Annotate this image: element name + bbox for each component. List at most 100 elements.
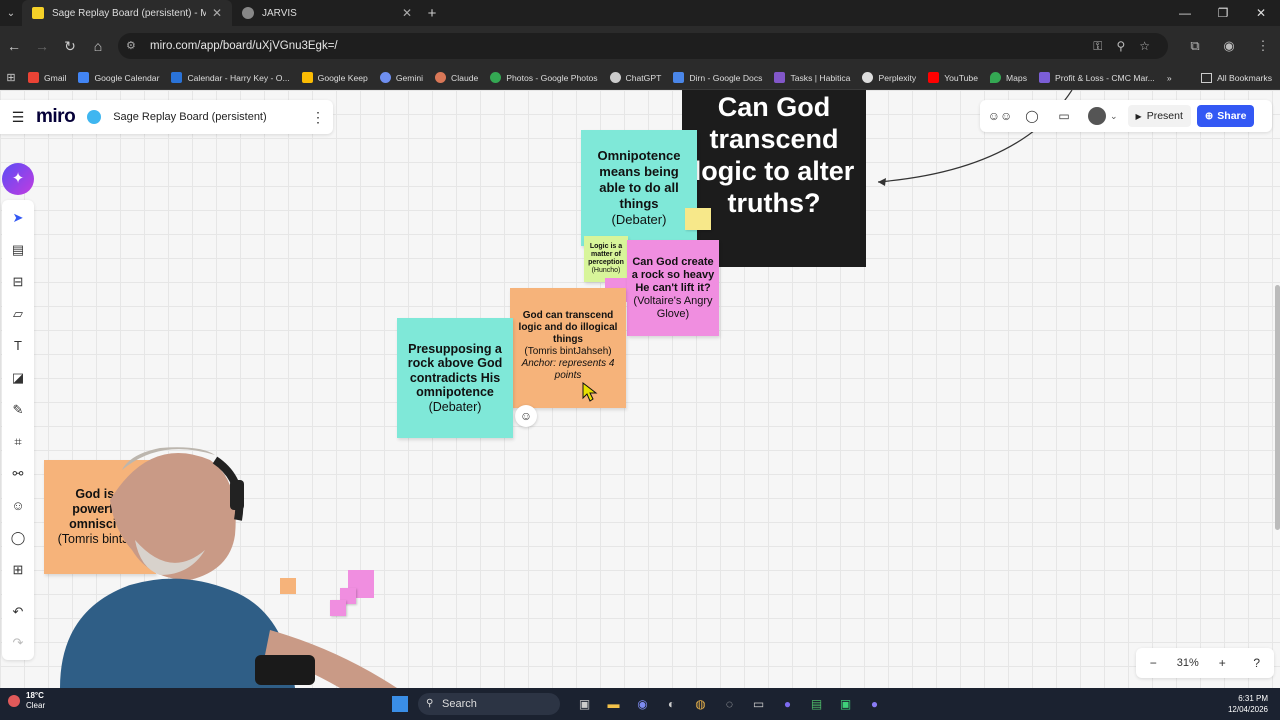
extensions-icon[interactable]: ⧉ [1178, 38, 1212, 54]
start-button[interactable] [392, 696, 408, 712]
text-tool-icon[interactable]: T [2, 333, 34, 359]
redo-icon[interactable]: ↷ [2, 630, 34, 656]
chevron-down-icon[interactable]: ⌄ [1110, 111, 1118, 122]
restore-icon[interactable]: ❐ [1204, 0, 1242, 26]
profile-icon[interactable]: ◉ [1212, 38, 1246, 54]
frame-layout-icon[interactable]: ⊟ [2, 269, 34, 295]
discord-icon[interactable]: ◉ [628, 694, 657, 714]
bookmark-youtube[interactable]: YouTube [922, 72, 984, 83]
connector-tool-icon[interactable]: ⚯ [2, 461, 34, 487]
bookmark-gmail[interactable]: Gmail [22, 72, 72, 83]
file-explorer-icon[interactable]: ▬ [599, 694, 628, 714]
present-button[interactable]: ▶ Present [1127, 105, 1191, 127]
reload-icon[interactable]: ↻ [56, 38, 84, 55]
system-clock[interactable]: 6:31 PM 12/04/2026 [1228, 693, 1268, 715]
bookmark-maps[interactable]: Maps [984, 72, 1033, 83]
task-view-icon[interactable]: ▣ [570, 694, 599, 714]
comment-icon[interactable]: ◯ [1016, 109, 1048, 123]
minimize-icon[interactable]: — [1166, 0, 1204, 26]
chrome-icon[interactable]: ◍ [686, 694, 715, 714]
bookmark-google-photos[interactable]: Photos - Google Photos [484, 72, 603, 83]
globe-icon[interactable] [87, 110, 102, 124]
tab-search-icon[interactable]: ⌄ [0, 8, 22, 19]
hamburger-menu-icon[interactable]: ☰ [0, 109, 36, 126]
tab-miro[interactable]: Sage Replay Board (persistent) - Miro ✕ [22, 0, 232, 26]
avatar[interactable] [1088, 107, 1106, 125]
zoom-in-button[interactable]: + [1205, 656, 1240, 670]
forward-icon[interactable]: → [28, 38, 56, 54]
tab-jarvis[interactable]: JARVIS ✕ [232, 0, 422, 26]
bookmark-chatgpt[interactable]: ChatGPT [604, 72, 668, 83]
more-tools-icon[interactable]: ⊞ [2, 557, 34, 583]
frame-tool-icon[interactable]: ⌗ [2, 429, 34, 455]
reactions-icon[interactable]: ☺☺ [984, 109, 1016, 123]
video-call-icon[interactable]: ▭ [1048, 109, 1080, 123]
steam-icon[interactable]: ◐ [657, 694, 686, 714]
app-icon[interactable]: ● [773, 694, 802, 714]
chat-icon[interactable]: ◌ [715, 694, 744, 714]
weather-widget[interactable]: 18°C Clear [8, 691, 45, 711]
bookmark-gemini[interactable]: Gemini [374, 72, 429, 83]
undo-icon[interactable]: ↶ [2, 599, 34, 625]
taskbar-search[interactable]: ⚲ Search [418, 693, 560, 715]
play-icon: ▶ [1135, 111, 1142, 121]
password-key-icon[interactable]: ⚿ [1093, 39, 1102, 54]
address-bar[interactable]: ⚙ miro.com/app/board/uXjVGnu3Egk=/ ⚿ ⚲ ☆ [118, 33, 1168, 59]
add-reaction-icon[interactable]: ☺ [515, 405, 537, 427]
new-tab-button[interactable]: + [422, 5, 442, 22]
bookmark-outlook-calendar[interactable]: Calendar - Harry Key - O... [165, 72, 295, 83]
board-canvas[interactable]: Can God transcend logic to alter truths?… [0, 90, 1280, 688]
folder-icon [1201, 73, 1213, 83]
comment-tool-icon[interactable]: ◯ [2, 525, 34, 551]
bookmark-google-docs[interactable]: Dirn - Google Docs [667, 72, 768, 83]
sticky-omnipotence[interactable]: Omnipotence means being able to do all t… [581, 130, 697, 246]
bookmark-habitica[interactable]: Tasks | Habitica [768, 72, 856, 83]
notepad-icon[interactable]: ▤ [802, 694, 831, 714]
apps-grid-icon[interactable]: ⊞ [0, 71, 22, 84]
close-tab-icon[interactable]: ✕ [212, 6, 222, 20]
sticky-rock-question[interactable]: Can God create a rock so heavy He can't … [627, 240, 719, 336]
miro-logo[interactable]: miro [36, 106, 76, 128]
site-info-icon[interactable]: ⚙ [126, 39, 140, 53]
sticky-logic-perception[interactable]: Logic is a matter of perception (Huncho) [584, 236, 628, 282]
home-icon[interactable]: ⌂ [84, 38, 112, 54]
app-icon[interactable]: ● [860, 694, 889, 714]
left-toolbar: ➤ ▤ ⊟ ▱ T ◪ ✎ ⌗ ⚯ ☺ ◯ ⊞ ↶ ↷ [2, 200, 34, 660]
zoom-controls: − 31% + ? [1136, 648, 1274, 678]
shapes-tool-icon[interactable]: ◪ [2, 365, 34, 391]
select-tool-icon[interactable]: ➤ [2, 205, 34, 231]
bookmark-perplexity[interactable]: Perplexity [856, 72, 922, 83]
bookmark-star-icon[interactable]: ☆ [1139, 39, 1150, 53]
share-button[interactable]: ⊕ Share [1196, 105, 1255, 127]
bookmarks-overflow-button[interactable]: » [1161, 73, 1178, 83]
board-options-icon[interactable]: ⋮ [303, 109, 333, 126]
all-bookmarks-button[interactable]: All Bookmarks [1201, 66, 1272, 90]
zoom-icon[interactable]: ⚲ [1116, 39, 1125, 53]
help-icon[interactable]: ? [1240, 656, 1275, 670]
bookmark-profit-loss[interactable]: Profit & Loss - CMC Mar... [1033, 72, 1161, 83]
terminal-icon[interactable]: ▭ [744, 694, 773, 714]
pen-tool-icon[interactable]: ✎ [2, 397, 34, 423]
back-icon[interactable]: ← [0, 38, 28, 54]
calendar-icon [78, 72, 90, 83]
chrome-menu-icon[interactable]: ⋮ [1246, 38, 1280, 54]
stickers-tool-icon[interactable]: ☺ [2, 493, 34, 519]
sticky-yellow-mini[interactable] [685, 208, 711, 230]
zoom-level[interactable]: 31% [1171, 657, 1206, 669]
vertical-scrollbar[interactable] [1275, 285, 1280, 530]
sticky-presupposing[interactable]: Presupposing a rock above God contradict… [397, 318, 513, 438]
zoom-out-button[interactable]: − [1136, 656, 1171, 670]
board-name[interactable]: Sage Replay Board (persistent) [113, 111, 303, 123]
sticky-transcend-logic[interactable]: God can transcend logic and do illogical… [510, 288, 626, 408]
close-window-icon[interactable]: ✕ [1242, 0, 1280, 26]
sticky-note-tool-icon[interactable]: ▱ [2, 301, 34, 327]
bookmark-google-calendar[interactable]: Google Calendar [72, 72, 165, 83]
close-tab-icon[interactable]: ✕ [402, 6, 412, 20]
android-icon[interactable]: ▣ [831, 694, 860, 714]
bookmark-claude[interactable]: Claude [429, 72, 484, 83]
sticky-author: (Debater) [611, 212, 667, 227]
bookmark-google-keep[interactable]: Google Keep [296, 72, 374, 83]
ai-sparkle-button[interactable]: ✦ [2, 163, 34, 195]
clock-time: 6:31 PM [1238, 694, 1268, 703]
templates-tool-icon[interactable]: ▤ [2, 237, 34, 263]
